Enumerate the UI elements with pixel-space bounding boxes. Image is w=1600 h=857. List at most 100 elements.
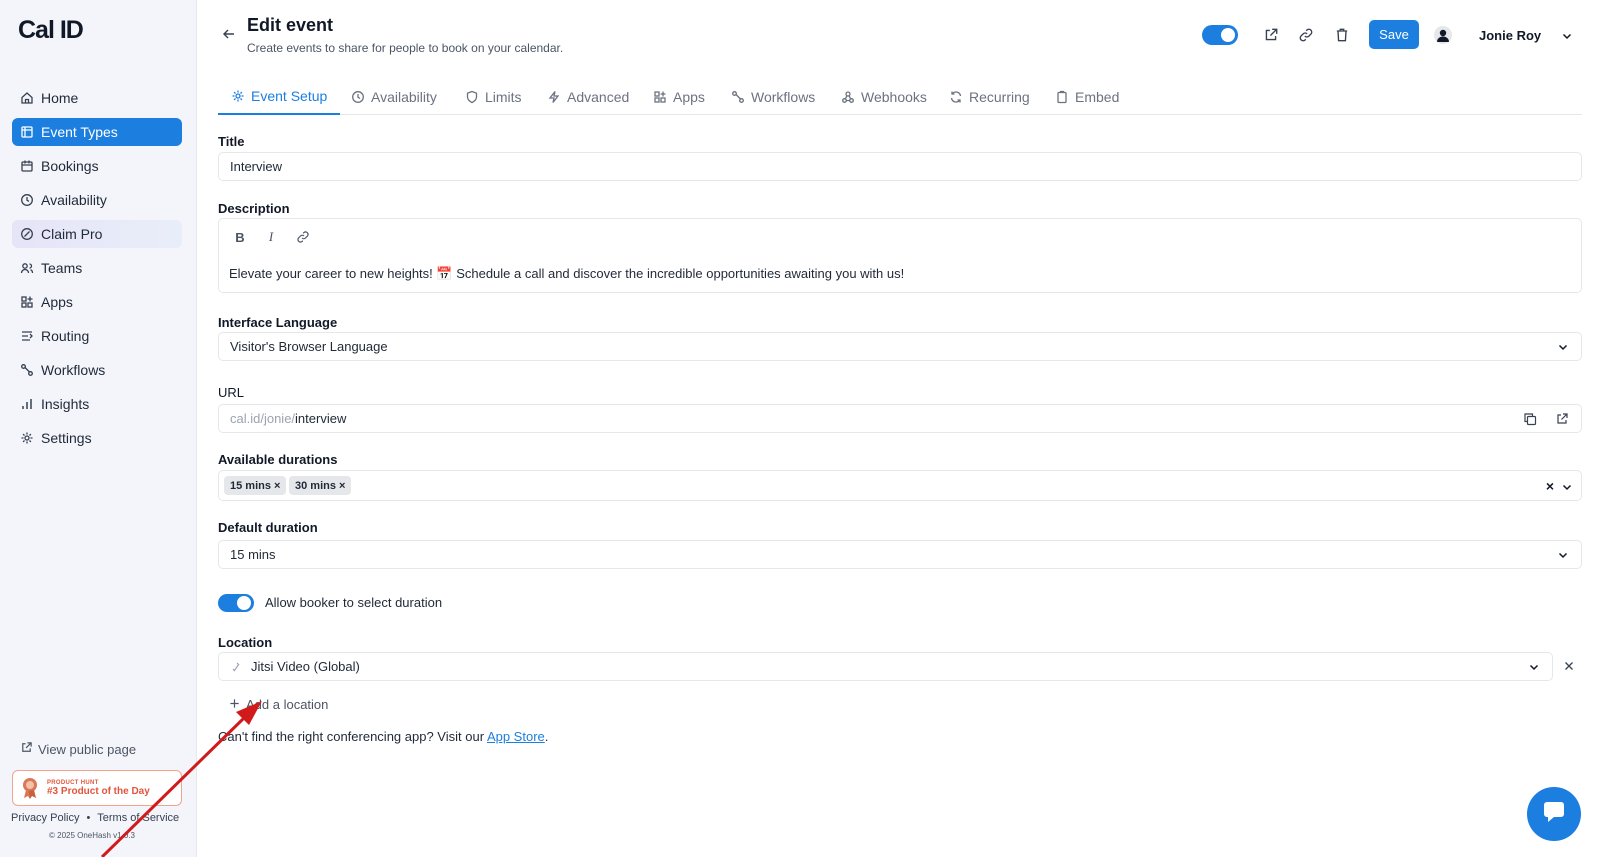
default-duration-select[interactable]: 15 mins <box>218 540 1582 569</box>
sidebar: Cal ID Home Event Types Bookings Availab… <box>0 0 197 857</box>
user-name[interactable]: Jonie Roy <box>1479 28 1541 43</box>
sidebar-item-label: Workflows <box>41 362 106 378</box>
sidebar-item-teams[interactable]: Teams <box>12 254 182 282</box>
tab-recurring[interactable]: Recurring <box>936 78 1043 115</box>
sidebar-item-claim-pro[interactable]: Claim Pro <box>12 220 182 248</box>
url-label: URL <box>218 385 245 400</box>
tab-embed[interactable]: Embed <box>1042 78 1132 115</box>
tab-availability[interactable]: Availability <box>338 78 450 115</box>
avatar[interactable] <box>1434 26 1452 44</box>
back-arrow-icon[interactable] <box>222 27 236 41</box>
sidebar-item-label: Apps <box>41 294 73 310</box>
chat-button[interactable] <box>1527 787 1581 841</box>
location-select[interactable]: Jitsi Video (Global) <box>218 652 1553 681</box>
calendar-icon <box>20 159 34 173</box>
save-button[interactable]: Save <box>1369 20 1419 49</box>
tab-limits[interactable]: Limits <box>452 78 535 115</box>
sidebar-item-event-types[interactable]: Event Types <box>12 118 182 146</box>
tab-label: Workflows <box>751 88 816 105</box>
workflow-icon <box>20 363 34 377</box>
sidebar-nav: Home Event Types Bookings Availability C… <box>12 84 182 458</box>
location-value: Jitsi Video (Global) <box>251 659 360 674</box>
tab-event-setup[interactable]: Event Setup <box>218 78 341 115</box>
chevron-down-icon[interactable] <box>1561 480 1573 492</box>
chip-remove-icon[interactable]: × <box>339 480 345 492</box>
terms-of-service-link[interactable]: Terms of Service <box>97 812 179 824</box>
sidebar-item-label: Home <box>41 90 79 106</box>
add-location-button[interactable]: Add a location <box>229 697 328 712</box>
external-link-icon <box>20 741 33 757</box>
tab-label: Apps <box>673 88 705 105</box>
sidebar-item-apps[interactable]: Apps <box>12 288 182 316</box>
sidebar-item-workflows[interactable]: Workflows <box>12 356 182 384</box>
copy-link-icon[interactable] <box>1298 27 1314 43</box>
tab-advanced[interactable]: Advanced <box>534 78 642 115</box>
event-enabled-toggle[interactable] <box>1202 25 1238 45</box>
sidebar-item-label: Claim Pro <box>41 226 103 242</box>
chevron-down-icon <box>1528 661 1540 673</box>
tab-webhooks[interactable]: Webhooks <box>828 78 940 115</box>
chevron-down-icon <box>1557 341 1569 353</box>
duration-chip[interactable]: 30 mins × <box>289 476 352 495</box>
available-durations-select[interactable]: 15 mins × 30 mins × × <box>218 470 1582 501</box>
link-icon[interactable] <box>296 230 310 244</box>
interface-language-select[interactable]: Visitor's Browser Language <box>218 332 1582 361</box>
italic-icon[interactable]: I <box>264 229 278 244</box>
zap-icon <box>547 90 561 104</box>
title-input[interactable]: Interview <box>218 152 1582 181</box>
tab-label: Event Setup <box>251 87 328 104</box>
external-link-icon[interactable] <box>1263 27 1279 43</box>
help-text: Can't find the right conferencing app? V… <box>218 729 485 744</box>
sidebar-item-home[interactable]: Home <box>12 84 182 112</box>
sidebar-item-settings[interactable]: Settings <box>12 424 182 452</box>
clock-icon <box>351 90 365 104</box>
clear-all-icon[interactable]: × <box>1546 478 1554 494</box>
plus-icon <box>229 697 240 712</box>
chevron-down-icon[interactable] <box>1561 29 1573 41</box>
routing-icon <box>20 329 34 343</box>
chip-label: 15 mins <box>230 479 271 492</box>
view-public-page-link[interactable]: View public page <box>20 741 136 757</box>
page-title: Edit event <box>247 15 334 35</box>
tab-label: Recurring <box>969 88 1030 105</box>
badge-icon <box>20 227 34 241</box>
privacy-policy-link[interactable]: Privacy Policy <box>11 812 79 824</box>
bold-icon[interactable]: B <box>233 230 247 245</box>
gear-icon <box>20 431 34 445</box>
title-label: Title <box>218 134 245 149</box>
users-icon <box>20 261 34 275</box>
repeat-icon <box>949 90 963 104</box>
tab-bar: Event Setup Availability Limits Advanced… <box>218 78 1582 115</box>
interface-language-label: Interface Language <box>218 315 338 330</box>
tab-label: Advanced <box>567 88 630 105</box>
url-input[interactable]: cal.id/jonie/ interview <box>218 404 1582 433</box>
sidebar-item-label: Event Types <box>41 124 118 140</box>
app-store-link[interactable]: App Store <box>487 729 545 744</box>
tab-apps[interactable]: Apps <box>640 78 718 115</box>
sidebar-item-availability[interactable]: Availability <box>12 186 182 214</box>
remove-location-icon[interactable] <box>1563 659 1575 671</box>
duration-chip[interactable]: 15 mins × <box>224 476 287 495</box>
trash-icon[interactable] <box>1334 27 1350 43</box>
sidebar-item-routing[interactable]: Routing <box>12 322 182 350</box>
clock-icon <box>20 193 34 207</box>
sidebar-item-label: Routing <box>41 328 90 344</box>
tab-workflows[interactable]: Workflows <box>718 78 828 115</box>
footer-links: Privacy Policy • Terms of Service <box>11 812 179 824</box>
webhook-icon <box>841 90 855 104</box>
default-duration-value: 15 mins <box>230 547 276 562</box>
copy-icon[interactable] <box>1523 412 1537 429</box>
chip-remove-icon[interactable]: × <box>274 480 280 492</box>
external-link-icon[interactable] <box>1555 412 1569 429</box>
sidebar-item-insights[interactable]: Insights <box>12 390 182 418</box>
tab-label: Availability <box>371 88 437 105</box>
description-editor[interactable]: B I Elevate your career to new heights! … <box>218 218 1582 293</box>
conferencing-help-text: Can't find the right conferencing app? V… <box>218 729 548 744</box>
product-hunt-badge[interactable]: PRODUCT HUNT #3 Product of the Day <box>12 770 182 806</box>
grid-plus-icon <box>20 295 34 309</box>
allow-select-duration-toggle[interactable] <box>218 594 254 612</box>
sidebar-item-bookings[interactable]: Bookings <box>12 152 182 180</box>
available-durations-label: Available durations <box>218 452 338 467</box>
tab-label: Embed <box>1075 88 1120 105</box>
add-location-label: Add a location <box>246 697 329 712</box>
